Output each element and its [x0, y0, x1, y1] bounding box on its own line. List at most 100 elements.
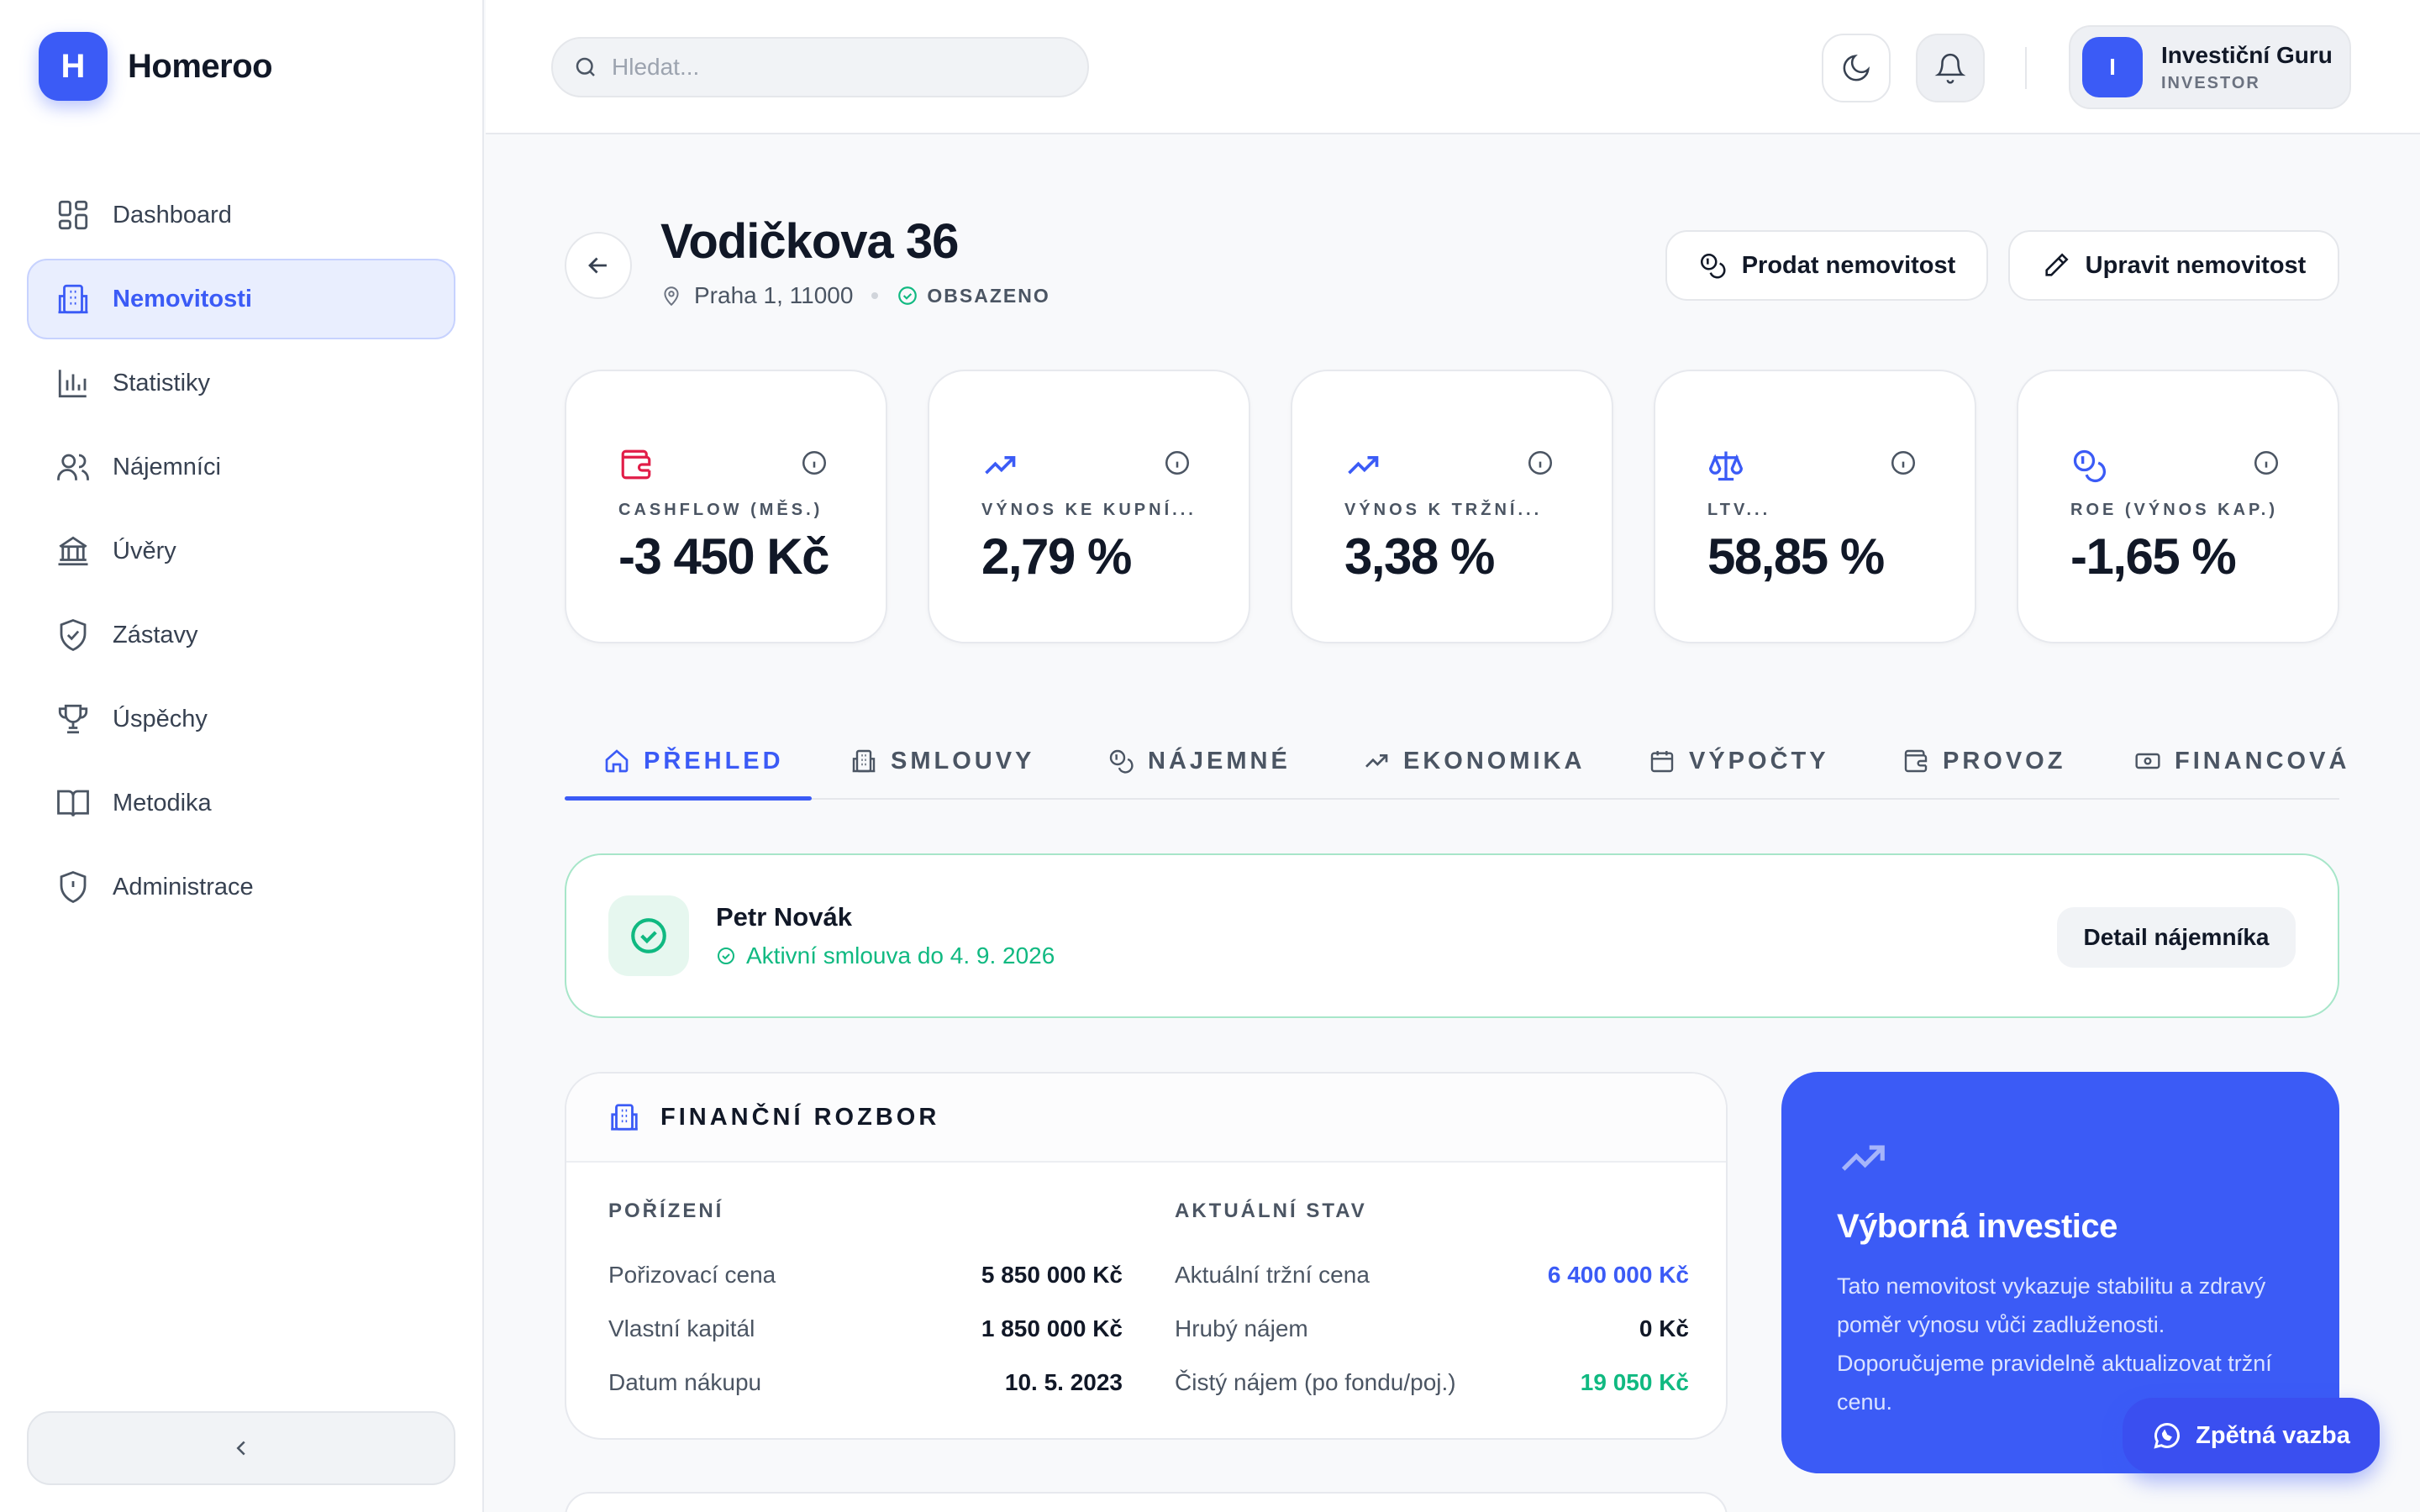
insight-title: Výborná investice [1837, 1208, 2118, 1245]
home-icon [605, 749, 629, 773]
search-input[interactable] [612, 54, 1049, 81]
fin-row: Čistý nájem (po fondu/poj.) 19 050 Kč [1175, 1356, 1689, 1410]
theme-toggle-button[interactable] [1822, 34, 1891, 102]
kpi-card-ltv: LTV... 58,85 % [1654, 370, 1976, 643]
financial-analysis-header: FINANČNÍ ROZBOR [566, 1074, 1726, 1163]
sidebar-item-uspechy[interactable]: Úspěchy [27, 679, 455, 759]
next-section-card [565, 1492, 1728, 1512]
trend-up-icon [1348, 456, 1379, 475]
tenant-detail-button[interactable]: Detail nájemníka [2057, 907, 2296, 968]
kpi-value: -1,65 % [2070, 528, 2237, 585]
arrow-left-icon [588, 257, 607, 274]
feedback-label: Zpětná vazba [2196, 1421, 2350, 1449]
tab-prehled[interactable]: PŘEHLED [603, 722, 784, 800]
tab-vypocty[interactable]: VÝPOČTY [1649, 722, 1829, 800]
topbar: I Investiční Guru INVESTOR [486, 0, 2420, 134]
back-button[interactable] [565, 232, 632, 299]
info-icon[interactable] [1163, 449, 1192, 477]
sidebar-item-label: Úspěchy [113, 705, 208, 732]
bank-icon [58, 536, 88, 566]
tab-label: NÁJEMNÉ [1148, 747, 1291, 774]
sidebar-item-label: Nájemníci [113, 453, 221, 480]
fin-row: Hrubý nájem 0 Kč [1175, 1302, 1689, 1356]
user-menu[interactable]: I Investiční Guru INVESTOR [2069, 25, 2351, 109]
bar-chart-icon [58, 370, 87, 398]
financial-analysis-title: FINANČNÍ ROZBOR [660, 1103, 940, 1131]
sell-property-button[interactable]: Prodat nemovitost [1665, 230, 1988, 301]
sidebar-item-label: Zástavy [113, 621, 198, 648]
sidebar-item-dashboard[interactable]: Dashboard [27, 175, 455, 255]
sidebar-item-label: Úvěry [113, 537, 176, 564]
kpi-label: VÝNOS K TRŽNÍ... [1344, 501, 1543, 519]
coins-icon [1109, 749, 1134, 774]
avatar: I [2082, 37, 2143, 97]
building-icon [852, 749, 876, 773]
page-title: Vodičkova 36 [660, 214, 959, 269]
info-icon[interactable] [800, 449, 829, 477]
calendar-icon [1650, 751, 1674, 773]
wallet-icon [621, 449, 651, 480]
info-icon[interactable] [1889, 449, 1918, 477]
fin-row-label: Vlastní kapitál [608, 1315, 755, 1341]
tab-label: EKONOMIKA [1403, 747, 1586, 774]
kpi-label: CASHFLOW (MĚS.) [618, 501, 823, 519]
map-pin-icon [664, 286, 679, 307]
fin-row: Datum nákupu 10. 5. 2023 [608, 1356, 1123, 1410]
sidebar-item-label: Nemovitosti [113, 285, 252, 312]
edit-property-label: Upravit nemovitost [2085, 251, 2307, 279]
info-icon[interactable] [2252, 449, 2281, 477]
sidebar-item-najemnici[interactable]: Nájemníci [27, 427, 455, 507]
tab-ekonomika[interactable]: EKONOMIKA [1363, 722, 1585, 800]
fin-row-label: Pořizovací cena [608, 1262, 776, 1288]
tenant-contract-status: Aktivní smlouva do 4. 9. 2026 [716, 942, 1055, 969]
fin-row-value: 6 400 000 Kč [1547, 1262, 1689, 1288]
status-badge: OBSAZENO [897, 285, 1050, 307]
sidebar-collapse-button[interactable] [27, 1411, 455, 1485]
chat-icon [2154, 1423, 2181, 1449]
sidebar-item-statistiky[interactable]: Statistiky [27, 343, 455, 423]
section-heading: AKTUÁLNÍ STAV [1175, 1200, 1367, 1222]
book-icon [57, 790, 89, 817]
fin-row-value: 5 850 000 Kč [981, 1262, 1123, 1288]
users-icon [57, 454, 89, 480]
kpi-value: 2,79 % [981, 528, 1132, 585]
coins-icon [2073, 449, 2107, 483]
tab-najemne[interactable]: NÁJEMNÉ [1107, 722, 1291, 800]
tab-financova[interactable]: FINANCOVÁ [2134, 722, 2349, 800]
shield-alert-icon [60, 871, 87, 904]
search-box[interactable] [551, 37, 1089, 97]
sidebar-item-uvery[interactable]: Úvěry [27, 511, 455, 591]
sidebar-item-zastavy[interactable]: Zástavy [27, 595, 455, 675]
separator-dot [871, 292, 879, 299]
sidebar-item-nemovitosti[interactable]: Nemovitosti [27, 259, 455, 339]
check-circle-icon [898, 286, 918, 305]
sidebar-item-metodika[interactable]: Metodika [27, 763, 455, 843]
kpi-value: 3,38 % [1344, 528, 1495, 585]
kpi-label: ROE (VÝNOS KAP.) [2070, 501, 2278, 519]
current-state-section: AKTUÁLNÍ STAV Aktuální tržní cena 6 400 … [1175, 1200, 1689, 1410]
info-icon[interactable] [1526, 449, 1555, 477]
search-icon [576, 57, 595, 76]
sidebar-item-label: Dashboard [113, 201, 232, 228]
fin-row-label: Čistý nájem (po fondu/poj.) [1175, 1369, 1456, 1395]
fin-row-label: Datum nákupu [608, 1369, 762, 1395]
check-circle-icon [718, 948, 734, 964]
tab-smlouvy[interactable]: SMLOUVY [850, 722, 1034, 800]
financial-analysis-card: FINANČNÍ ROZBOR POŘÍZENÍ Pořizovací cena… [565, 1072, 1728, 1440]
tab-provoz[interactable]: PROVOZ [1902, 722, 2065, 800]
brand-logo: H [39, 32, 108, 101]
trend-up-icon [1365, 754, 1388, 768]
feedback-button[interactable]: Zpětná vazba [2123, 1398, 2380, 1473]
tab-label: PŘEHLED [644, 747, 784, 774]
edit-property-button[interactable]: Upravit nemovitost [2008, 230, 2339, 301]
notifications-button[interactable] [1916, 34, 1985, 102]
user-role: INVESTOR [2161, 73, 2260, 92]
acquisition-section: POŘÍZENÍ Pořizovací cena 5 850 000 Kč Vl… [608, 1200, 1123, 1410]
sidebar-item-administrace[interactable]: Administrace [27, 847, 455, 927]
sidebar-nav: Dashboard Nemovitosti Statistiky Nájemní… [27, 175, 455, 931]
fin-row: Pořizovací cena 5 850 000 Kč [608, 1248, 1123, 1302]
brand[interactable]: H Homeroo [39, 32, 273, 101]
fin-row-label: Hrubý nájem [1175, 1315, 1308, 1341]
kpi-value: 58,85 % [1707, 528, 1885, 585]
tab-label: PROVOZ [1943, 747, 2066, 774]
